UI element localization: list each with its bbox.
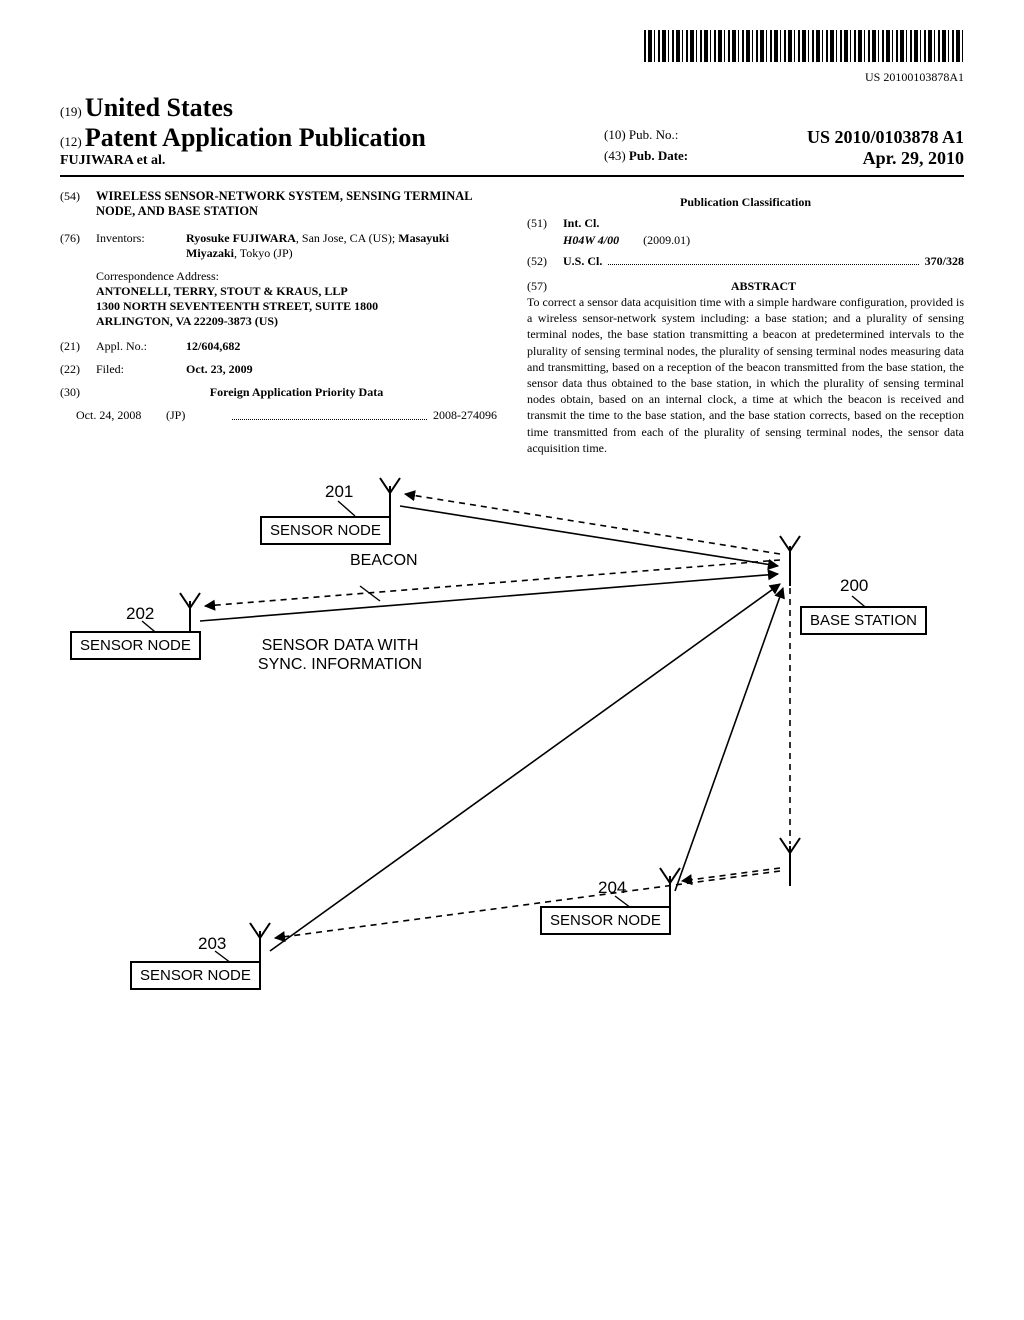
- country-name: United States: [85, 93, 233, 122]
- code-76: (76): [60, 231, 96, 261]
- inventor-2-loc: , Tokyo (JP): [234, 246, 293, 260]
- pub-class-heading: Publication Classification: [527, 195, 964, 210]
- code-21: (21): [60, 339, 96, 354]
- int-cl-year: (2009.01): [643, 233, 690, 247]
- left-column: (54) WIRELESS SENSOR-NETWORK SYSTEM, SEN…: [60, 189, 497, 456]
- doc-type: Patent Application Publication: [85, 123, 426, 152]
- code-57: (57): [527, 279, 563, 294]
- filed-date: Oct. 23, 2009: [186, 362, 253, 376]
- priority-date: Oct. 24, 2008: [76, 408, 166, 423]
- sensor-node-201: SENSOR NODE: [260, 516, 391, 545]
- sensor-data-label: SENSOR DATA WITH SYNC. INFORMATION: [240, 636, 440, 674]
- code-43: (43): [604, 148, 626, 163]
- correspondence-line3: ARLINGTON, VA 22209-3873 (US): [96, 314, 497, 329]
- pub-date: Apr. 29, 2010: [863, 148, 964, 169]
- code-19: (19): [60, 104, 82, 119]
- correspondence-label: Correspondence Address:: [96, 269, 497, 284]
- base-station-box: BASE STATION: [800, 606, 927, 635]
- ref-200: 200: [840, 576, 868, 596]
- ref-203: 203: [198, 934, 226, 954]
- priority-heading: Foreign Application Priority Data: [210, 385, 383, 399]
- right-column: Publication Classification (51) Int. Cl.…: [527, 189, 964, 456]
- authors-line: FUJIWARA et al.: [60, 153, 426, 169]
- document-header: (19) United States (12) Patent Applicati…: [60, 93, 964, 177]
- pub-no-label: Pub. No.:: [629, 127, 678, 142]
- ref-204: 204: [598, 878, 626, 898]
- barcode: [60, 30, 964, 66]
- appl-no-label: Appl. No.:: [96, 339, 186, 354]
- inventor-1-name: Ryosuke FUJIWARA: [186, 231, 296, 245]
- inventors-value: Ryosuke FUJIWARA, San Jose, CA (US); Mas…: [186, 231, 497, 261]
- code-10: (10): [604, 127, 626, 142]
- abstract-text: To correct a sensor data acquisition tim…: [527, 294, 964, 456]
- inventors-label: Inventors:: [96, 231, 186, 261]
- code-52: (52): [527, 254, 563, 269]
- dotted-leader-2: [608, 264, 918, 265]
- code-12: (12): [60, 134, 82, 149]
- code-51: (51): [527, 216, 563, 231]
- pub-date-label: Pub. Date:: [629, 148, 688, 163]
- beacon-label: BEACON: [350, 551, 418, 570]
- invention-title: WIRELESS SENSOR-NETWORK SYSTEM, SENSING …: [96, 189, 497, 219]
- sensor-node-204: SENSOR NODE: [540, 906, 671, 935]
- code-30: (30): [60, 385, 96, 400]
- priority-number: 2008-274096: [433, 408, 497, 423]
- abstract-heading: ABSTRACT: [563, 279, 964, 294]
- code-22: (22): [60, 362, 96, 377]
- correspondence-line1: ANTONELLI, TERRY, STOUT & KRAUS, LLP: [96, 284, 497, 299]
- ref-202: 202: [126, 604, 154, 624]
- us-cl-value: 370/328: [925, 254, 964, 269]
- ref-201: 201: [325, 482, 353, 502]
- int-cl-label: Int. Cl.: [563, 216, 599, 230]
- us-cl-label: U.S. Cl.: [563, 254, 602, 269]
- figure-diagram: 201 202 203 204 200 SENSOR NODE SENSOR N…: [60, 476, 964, 1036]
- sensor-node-202: SENSOR NODE: [70, 631, 201, 660]
- filed-label: Filed:: [96, 362, 186, 377]
- sensor-node-203: SENSOR NODE: [130, 961, 261, 990]
- appl-no: 12/604,682: [186, 339, 240, 353]
- dotted-leader: [232, 408, 427, 420]
- pub-no: US 2010/0103878 A1: [807, 127, 964, 148]
- int-cl-symbol: H04W 4/00: [563, 233, 619, 247]
- inventor-1-loc: , San Jose, CA (US);: [296, 231, 398, 245]
- correspondence-line2: 1300 NORTH SEVENTEENTH STREET, SUITE 180…: [96, 299, 497, 314]
- priority-country: (JP): [166, 408, 226, 423]
- barcode-text: US 20100103878A1: [60, 70, 964, 85]
- code-54: (54): [60, 189, 96, 219]
